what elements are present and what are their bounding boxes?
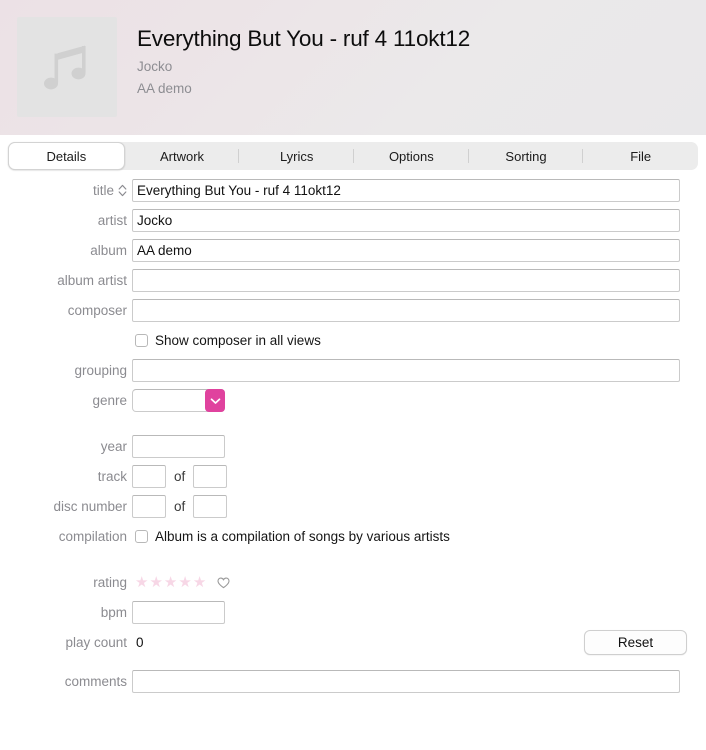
disc-total-input[interactable] [193, 495, 228, 518]
heart-outline-icon[interactable] [217, 577, 230, 589]
artist-label: artist [97, 212, 127, 228]
star-icon[interactable]: ★ [193, 575, 206, 590]
play-count-label: play count [65, 634, 127, 650]
details-form: title artist album album artist composer… [0, 170, 706, 694]
album-label: album [90, 242, 127, 258]
disc-number-label: disc number [53, 498, 127, 514]
tab-details[interactable]: Details [8, 142, 125, 170]
tab-file[interactable]: File [583, 142, 698, 170]
field-row-rating: rating ★ ★ ★ ★ ★ [0, 570, 706, 595]
rating-stars[interactable]: ★ ★ ★ ★ ★ [135, 575, 230, 590]
genre-dropdown-button[interactable] [205, 389, 225, 412]
show-composer-label: Show composer in all views [155, 333, 321, 348]
year-input[interactable] [132, 435, 225, 458]
field-row-album: album [0, 238, 706, 263]
artwork-placeholder[interactable] [17, 17, 117, 117]
tab-label: Details [46, 148, 87, 164]
field-row-composer: composer [0, 298, 706, 323]
field-row-genre: genre [0, 388, 706, 413]
tab-label: Sorting [505, 148, 547, 164]
field-row-comments: comments [0, 669, 706, 694]
tab-bar: Details Artwork Lyrics Options Sorting F… [8, 142, 698, 170]
composer-input[interactable] [132, 299, 680, 322]
field-row-grouping: grouping [0, 358, 706, 383]
chevron-down-icon [210, 392, 221, 410]
field-row-artist: artist [0, 208, 706, 233]
bpm-label: bpm [100, 604, 127, 620]
disc-of-label: of [174, 499, 186, 514]
tab-label: Artwork [159, 148, 205, 164]
title-label: title [0, 184, 132, 198]
compilation-label: compilation [58, 529, 127, 544]
artist-input[interactable] [132, 209, 680, 232]
tab-sorting[interactable]: Sorting [469, 142, 584, 170]
compilation-checkbox[interactable] [135, 530, 148, 543]
show-composer-checkbox[interactable] [135, 334, 148, 347]
bpm-input[interactable] [132, 601, 225, 624]
reset-button[interactable]: Reset [584, 630, 687, 655]
track-total-input[interactable] [193, 465, 228, 488]
field-row-compilation: compilation Album is a compilation of so… [0, 524, 706, 549]
rating-label: rating [93, 574, 127, 590]
field-row-year: year [0, 434, 706, 459]
tab-lyrics[interactable]: Lyrics [239, 142, 355, 170]
field-row-bpm: bpm [0, 600, 706, 625]
genre-combobox[interactable] [132, 389, 225, 412]
genre-label: genre [92, 392, 127, 408]
tab-options[interactable]: Options [354, 142, 469, 170]
music-note-icon [44, 40, 90, 94]
disc-number-input[interactable] [132, 495, 166, 518]
compilation-description: Album is a compilation of songs by vario… [155, 529, 450, 544]
comments-label: comments [64, 673, 127, 689]
field-row-play-count: play count 0 Reset [0, 630, 706, 655]
album-artist-input[interactable] [132, 269, 680, 292]
header-artist-label: Jocko [137, 59, 173, 74]
track-of-label: of [174, 469, 186, 484]
star-icon[interactable]: ★ [178, 575, 191, 590]
comments-input[interactable] [132, 670, 680, 693]
grouping-input[interactable] [132, 359, 680, 382]
album-artist-label: album artist [57, 272, 127, 288]
play-count-value: 0 [136, 635, 144, 650]
title-label-text: title [92, 182, 114, 198]
tab-label: Lyrics [279, 148, 314, 164]
track-header: Everything But You - ruf 4 11okt12 Jocko… [0, 0, 706, 135]
field-row-disc-number: disc number of [0, 494, 706, 519]
grouping-label: grouping [74, 362, 127, 378]
page-title: Everything But You - ruf 4 11okt12 [137, 26, 471, 51]
header-album-label: AA demo [137, 81, 192, 96]
star-icon[interactable]: ★ [149, 575, 162, 590]
star-icon[interactable]: ★ [164, 575, 177, 590]
tab-label: File [630, 148, 652, 164]
composer-label: composer [67, 302, 127, 318]
tab-artwork[interactable]: Artwork [125, 142, 240, 170]
track-header-text: Everything But You - ruf 4 11okt12 Jocko… [137, 25, 687, 100]
chevron-up-down-icon[interactable] [118, 184, 127, 197]
track-label: track [97, 468, 127, 484]
tab-label: Options [388, 148, 434, 164]
field-row-track: track of [0, 464, 706, 489]
field-row-show-composer: Show composer in all views [0, 328, 706, 353]
year-label: year [100, 438, 127, 454]
title-input[interactable] [132, 179, 680, 202]
track-number-input[interactable] [132, 465, 166, 488]
field-row-album-artist: album artist [0, 268, 706, 293]
field-row-title: title [0, 178, 706, 203]
album-input[interactable] [132, 239, 680, 262]
star-icon[interactable]: ★ [135, 575, 148, 590]
